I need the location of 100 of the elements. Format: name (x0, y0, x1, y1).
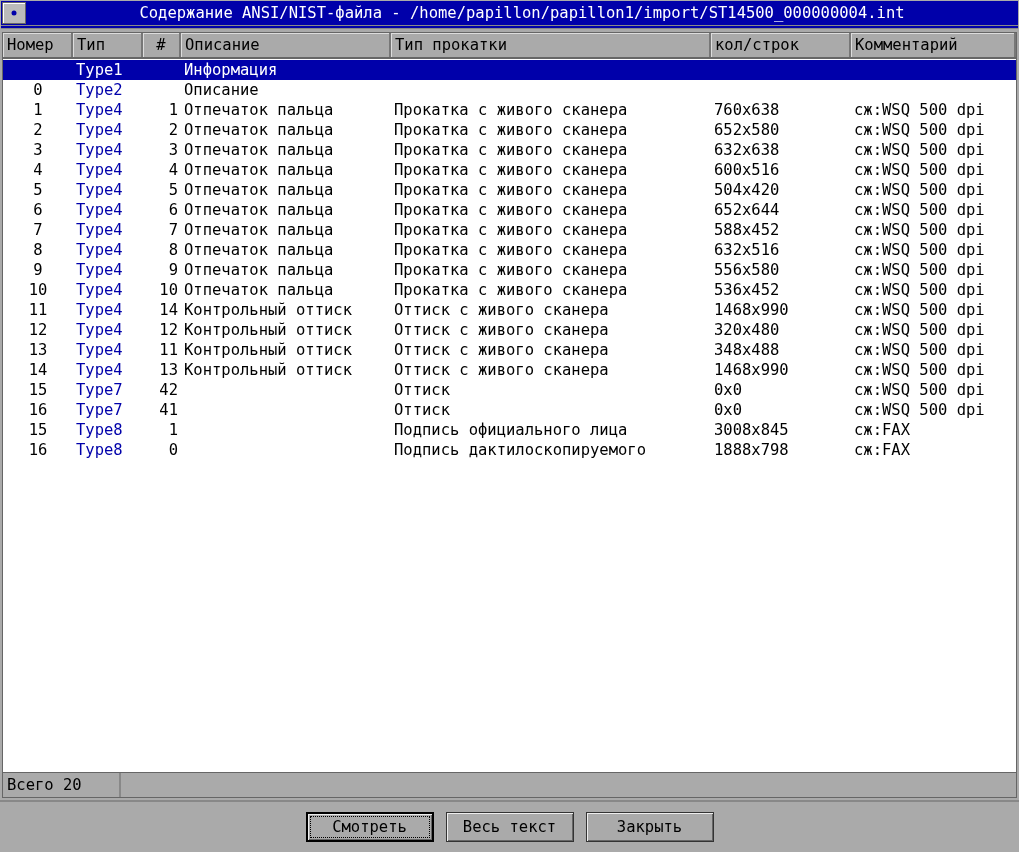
table-cell-text: 632x516 (713, 240, 781, 260)
table-cell-text: Type4 (75, 220, 124, 240)
table-cell-text: Type4 (75, 280, 124, 300)
column-header[interactable]: Описание (181, 33, 391, 57)
column-header[interactable]: кол/строк (711, 33, 851, 57)
dot-icon (11, 10, 17, 16)
table-cell-text: 5 (32, 180, 44, 200)
table-cell-text: Контрольный оттиск (183, 340, 353, 360)
table-cell-text: Прокатка с живого сканера (393, 180, 629, 200)
table-cell-text: Оттиск с живого сканера (393, 360, 610, 380)
table-cell-text: Оттиск с живого сканера (393, 300, 610, 320)
table-cell-text: Type4 (75, 200, 124, 220)
column-header[interactable]: Номер (3, 33, 73, 57)
column-header[interactable]: Комментарий (851, 33, 1016, 57)
table-cell-text: сж:WSQ 500 dpi (853, 200, 986, 220)
table-row[interactable]: 6 Type4 6 Отпечаток пальца Прокатка с живого сканера 652x644 сж:WSQ 500 dpi (3, 200, 1016, 220)
table-cell-text: 15 (27, 420, 49, 440)
status-text: Всего 20 (3, 773, 121, 797)
table-cell-text: 10 (158, 280, 179, 300)
table-cell-text: 3 (167, 140, 179, 160)
table-cell-text: сж:WSQ 500 dpi (853, 100, 986, 120)
table-cell-text: Type4 (75, 100, 124, 120)
table-row[interactable]: 0 Type2 Описание (3, 80, 1016, 100)
table-cell-text: 16 (27, 400, 49, 420)
table-row[interactable]: 1 Type4 1 Отпечаток пальца Прокатка с живого сканера 760x638 сж:WSQ 500 dpi (3, 100, 1016, 120)
table-cell-text: 4 (32, 160, 44, 180)
table-cell-text: сж:WSQ 500 dpi (853, 220, 986, 240)
dialog-button[interactable]: Смотреть (305, 812, 434, 842)
table-cell-text: 504x420 (713, 180, 781, 200)
table-cell-text: 348x488 (713, 340, 781, 360)
table-row[interactable]: 13 Type4 11 Контрольный оттиск Оттиск с живого сканера 348x488 сж:WSQ 500 dpi (3, 340, 1016, 360)
table-cell-text: 320x480 (713, 320, 781, 340)
table-row[interactable]: 7 Type4 7 Отпечаток пальца Прокатка с живого сканера 588x452 сж:WSQ 500 dpi (3, 220, 1016, 240)
table-cell-text: сж:WSQ 500 dpi (853, 340, 986, 360)
table-cell-text: Отпечаток пальца (183, 140, 335, 160)
table-cell-text: Type8 (75, 420, 124, 440)
table-cell-text: Type4 (75, 340, 124, 360)
table-cell-text: Type7 (75, 400, 124, 420)
table-cell-text: 760x638 (713, 100, 781, 120)
table-row[interactable]: 12 Type4 12 Контрольный оттиск Оттиск с живого сканера 320x480 сж:WSQ 500 dpi (3, 320, 1016, 340)
table-cell-text: 9 (167, 260, 179, 280)
table-cell-text: Прокатка с живого сканера (393, 240, 629, 260)
table-cell-text: Прокатка с живого сканера (393, 100, 629, 120)
table-row[interactable]: 11 Type4 14 Контрольный оттиск Оттиск с живого сканера 1468x990 сж:WSQ 500 dpi (3, 300, 1016, 320)
table-cell-text: 652x644 (713, 200, 781, 220)
table-row[interactable]: 10 Type4 10 Отпечаток пальца Прокатка с живого сканера 536x452 сж:WSQ 500 dpi (3, 280, 1016, 300)
table-row[interactable]: 9 Type4 9 Отпечаток пальца Прокатка с живого сканера 556x580 сж:WSQ 500 dpi (3, 260, 1016, 280)
column-header[interactable]: Тип прокатки (391, 33, 711, 57)
table-row[interactable]: 3 Type4 3 Отпечаток пальца Прокатка с живого сканера 632x638 сж:WSQ 500 dpi (3, 140, 1016, 160)
table-cell-text: Прокатка с живого сканера (393, 200, 629, 220)
table-cell-text: 556x580 (713, 260, 781, 280)
table-cell-text: Отпечаток пальца (183, 120, 335, 140)
table-cell-text: Подпись дактилоскопируемого (393, 440, 647, 460)
table-cell-text: 11 (27, 300, 49, 320)
table-cell-text: 41 (158, 400, 179, 420)
table-cell-text: Type8 (75, 440, 124, 460)
table-cell-text: Отпечаток пальца (183, 240, 335, 260)
table-cell-text: Type2 (75, 80, 124, 100)
table-cell-text: Type4 (75, 160, 124, 180)
dialog-button[interactable]: Закрыть (585, 812, 714, 842)
table-cell-text: 13 (27, 340, 49, 360)
table-cell-text: сж:WSQ 500 dpi (853, 280, 986, 300)
table-cell-text: 0x0 (713, 400, 743, 420)
table-cell-text: Type4 (75, 300, 124, 320)
table-row[interactable]: 15 Type7 42 Оттиск 0x0 сж:WSQ 500 dpi (3, 380, 1016, 400)
table-row[interactable]: 16 Type7 41 Оттиск 0x0 сж:WSQ 500 dpi (3, 400, 1016, 420)
table-cell-text: 588x452 (713, 220, 781, 240)
table-cell-text: сж:WSQ 500 dpi (853, 260, 986, 280)
table-cell-text: 2 (167, 120, 179, 140)
table-row[interactable]: 4 Type4 4 Отпечаток пальца Прокатка с живого сканера 600x516 сж:WSQ 500 dpi (3, 160, 1016, 180)
table-cell-text: сж:WSQ 500 dpi (853, 400, 986, 420)
table-row[interactable]: 14 Type4 13 Контрольный оттиск Оттиск с живого сканера 1468x990 сж:WSQ 500 dpi (3, 360, 1016, 380)
table-cell-text: 42 (158, 380, 179, 400)
table-cell-text: Оттиск (393, 380, 451, 400)
table-cell-text: 0 (32, 80, 44, 100)
table-cell-text: 4 (167, 160, 179, 180)
table-cell-text: Type4 (75, 180, 124, 200)
table-cell-text: сж:WSQ 500 dpi (853, 240, 986, 260)
table-cell-text: Прокатка с живого сканера (393, 120, 629, 140)
table-cell-text: 1468x990 (713, 300, 790, 320)
table-cell-text: 14 (158, 300, 179, 320)
table-cell-text: 8 (32, 240, 44, 260)
table-cell-text: 0 (167, 440, 179, 460)
table-row[interactable]: 2 Type4 2 Отпечаток пальца Прокатка с живого сканера 652x580 сж:WSQ 500 dpi (3, 120, 1016, 140)
dialog-button[interactable]: Весь текст (445, 812, 574, 842)
column-header[interactable]: # (143, 33, 181, 57)
table-row[interactable]: Type1 Информация (3, 60, 1016, 80)
table-row[interactable]: 15 Type8 1 Подпись официального лица 3008x845 сж:FAX (3, 420, 1016, 440)
table-cell-text: 7 (167, 220, 179, 240)
window-menu-button[interactable] (2, 2, 26, 24)
table-row[interactable]: 5 Type4 5 Отпечаток пальца Прокатка с живого сканера 504x420 сж:WSQ 500 dpi (3, 180, 1016, 200)
table-cell-text: 10 (27, 280, 49, 300)
table-cell-text: Подпись официального лица (393, 420, 629, 440)
table-row[interactable]: 16 Type8 0 Подпись дактилоскопируемого 1888x798 сж:FAX (3, 440, 1016, 460)
table-cell-text: 13 (158, 360, 179, 380)
table-row[interactable]: 8 Type4 8 Отпечаток пальца Прокатка с живого сканера 632x516 сж:WSQ 500 dpi (3, 240, 1016, 260)
table-cell-text: Type4 (75, 140, 124, 160)
table-cell-text: Type4 (75, 260, 124, 280)
column-header[interactable]: Тип (73, 33, 143, 57)
table-cell-text: Прокатка с живого сканера (393, 220, 629, 240)
